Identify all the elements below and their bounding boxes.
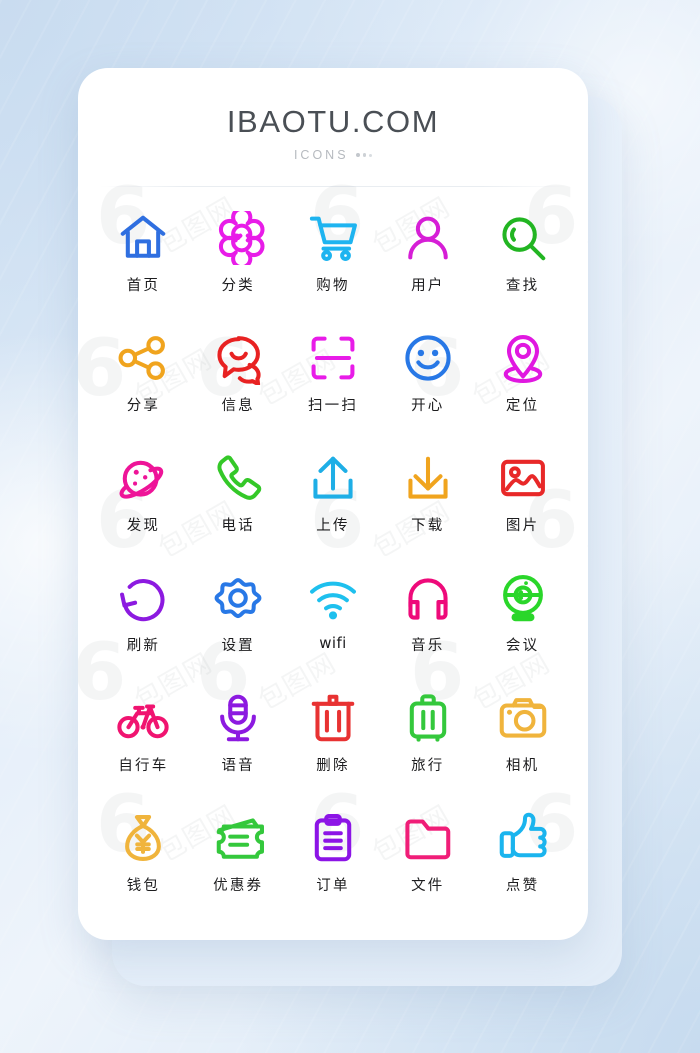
download-icon[interactable] xyxy=(399,449,457,507)
clipboard-icon[interactable] xyxy=(304,809,362,867)
image-icon[interactable] xyxy=(494,449,552,507)
icon-cell-coupon[interactable]: 优惠券 xyxy=(191,809,286,917)
suitcase-icon[interactable] xyxy=(399,689,457,747)
icon-cell-phone[interactable]: 电话 xyxy=(191,449,286,557)
search-icon[interactable] xyxy=(494,209,552,267)
planet-icon[interactable] xyxy=(114,449,172,507)
icon-label: 购物 xyxy=(316,278,350,294)
icon-cell-download[interactable]: 下载 xyxy=(380,449,475,557)
icon-label: 订单 xyxy=(316,878,350,894)
icon-label: 定位 xyxy=(505,398,540,414)
icon-cell-home[interactable]: 首页 xyxy=(96,209,191,317)
icon-cell-wifi[interactable]: wifi xyxy=(286,569,381,677)
refresh-icon[interactable] xyxy=(114,569,172,627)
page-title: IBAOTU.COM xyxy=(226,104,440,139)
icon-label: 会议 xyxy=(505,638,540,654)
icon-label: 用户 xyxy=(411,278,445,294)
user-icon[interactable] xyxy=(399,209,457,267)
icon-label: 钱包 xyxy=(126,878,161,894)
trash-icon[interactable] xyxy=(304,689,362,747)
icon-cell-clipboard[interactable]: 订单 xyxy=(286,809,381,917)
icon-label: 信息 xyxy=(221,398,255,414)
icon-sheet-canvas: IBAOTU.COM ICONS 6 包图网 6 包图网 6 包图网 6 包图网 6 包图网 6 包图… xyxy=(0,0,700,1053)
icon-cell-suitcase[interactable]: 旅行 xyxy=(380,689,475,797)
wifi-icon[interactable] xyxy=(304,569,362,627)
share-icon[interactable] xyxy=(114,329,172,387)
webcam-icon[interactable] xyxy=(494,569,552,627)
bicycle-icon[interactable] xyxy=(114,689,172,747)
home-icon[interactable] xyxy=(114,209,172,267)
camera-icon[interactable] xyxy=(494,689,552,747)
icon-label: 图片 xyxy=(505,518,540,534)
icon-cell-message[interactable]: 信息 xyxy=(191,329,286,437)
message-icon[interactable] xyxy=(209,329,267,387)
icon-cell-scan[interactable]: 扫一扫 xyxy=(286,329,381,437)
icon-cell-image[interactable]: 图片 xyxy=(475,449,570,557)
thumbs-up-icon[interactable] xyxy=(494,809,552,867)
coupon-icon[interactable] xyxy=(209,809,267,867)
wallet-icon[interactable] xyxy=(114,809,172,867)
icon-label: 下载 xyxy=(411,518,445,534)
icon-label: wifi xyxy=(319,634,347,652)
icon-label: 分类 xyxy=(221,278,255,294)
icon-label: 点赞 xyxy=(505,878,540,894)
icon-label: 上传 xyxy=(316,518,350,534)
icon-label: 查找 xyxy=(505,278,540,294)
icon-label: 删除 xyxy=(316,758,350,774)
phone-icon[interactable] xyxy=(209,449,267,507)
scan-icon[interactable] xyxy=(304,329,362,387)
brand-subtitle: ICONS xyxy=(78,148,588,162)
icon-label: 首页 xyxy=(126,278,161,294)
icon-label: 开心 xyxy=(411,398,445,414)
icon-cell-bicycle[interactable]: 自行车 xyxy=(96,689,191,797)
icon-cell-folder[interactable]: 文件 xyxy=(380,809,475,917)
icon-grid: 首页 分类 购物 用户 查找分享 信息 扫一扫 开心 定位发现 电话 上传 下载 图片刷新 设置 wifi 音… xyxy=(78,187,588,917)
icon-cell-camera[interactable]: 相机 xyxy=(475,689,570,797)
icon-cell-planet[interactable]: 发现 xyxy=(96,449,191,557)
icon-cell-headphones[interactable]: 音乐 xyxy=(380,569,475,677)
categories-icon[interactable] xyxy=(209,209,267,267)
icon-label: 刷新 xyxy=(126,638,161,654)
icon-cell-smile[interactable]: 开心 xyxy=(380,329,475,437)
icon-cell-search[interactable]: 查找 xyxy=(475,209,570,317)
icon-cell-trash[interactable]: 删除 xyxy=(286,689,381,797)
icon-label: 文件 xyxy=(411,878,445,894)
icon-cell-categories[interactable]: 分类 xyxy=(191,209,286,317)
icon-label: 发现 xyxy=(126,518,161,534)
icon-label: 扫一扫 xyxy=(307,398,359,414)
icon-label: 音乐 xyxy=(411,638,445,654)
folder-icon[interactable] xyxy=(399,809,457,867)
icon-label: 自行车 xyxy=(118,758,169,774)
headphones-icon[interactable] xyxy=(399,569,457,627)
icon-cell-upload[interactable]: 上传 xyxy=(286,449,381,557)
icon-label: 电话 xyxy=(221,518,255,534)
icon-label: 设置 xyxy=(221,638,255,654)
icon-cell-microphone[interactable]: 语音 xyxy=(191,689,286,797)
icon-cell-user[interactable]: 用户 xyxy=(380,209,475,317)
icon-cell-refresh[interactable]: 刷新 xyxy=(96,569,191,677)
brand-subtitle-text: ICONS xyxy=(293,148,349,162)
cart-icon[interactable] xyxy=(304,209,362,267)
location-icon[interactable] xyxy=(494,329,552,387)
icon-label: 旅行 xyxy=(411,758,445,774)
icon-label: 语音 xyxy=(221,758,255,774)
icon-label: 优惠券 xyxy=(213,878,264,894)
ellipsis-dots-icon xyxy=(355,153,373,157)
icon-cell-thumbs-up[interactable]: 点赞 xyxy=(475,809,570,917)
upload-icon[interactable] xyxy=(304,449,362,507)
icon-cell-location[interactable]: 定位 xyxy=(475,329,570,437)
icon-cell-wallet[interactable]: 钱包 xyxy=(96,809,191,917)
brand-header: IBAOTU.COM ICONS xyxy=(78,68,588,162)
icon-cell-webcam[interactable]: 会议 xyxy=(475,569,570,677)
icon-cell-cart[interactable]: 购物 xyxy=(286,209,381,317)
icon-cell-settings[interactable]: 设置 xyxy=(191,569,286,677)
icon-label: 分享 xyxy=(126,398,161,414)
settings-icon[interactable] xyxy=(209,569,267,627)
microphone-icon[interactable] xyxy=(209,689,267,747)
icon-card: IBAOTU.COM ICONS 6 包图网 6 包图网 6 包图网 6 包图网 6 包图网 6 包图… xyxy=(78,68,588,940)
icon-cell-share[interactable]: 分享 xyxy=(96,329,191,437)
smile-icon[interactable] xyxy=(399,329,457,387)
icon-label: 相机 xyxy=(505,758,540,774)
